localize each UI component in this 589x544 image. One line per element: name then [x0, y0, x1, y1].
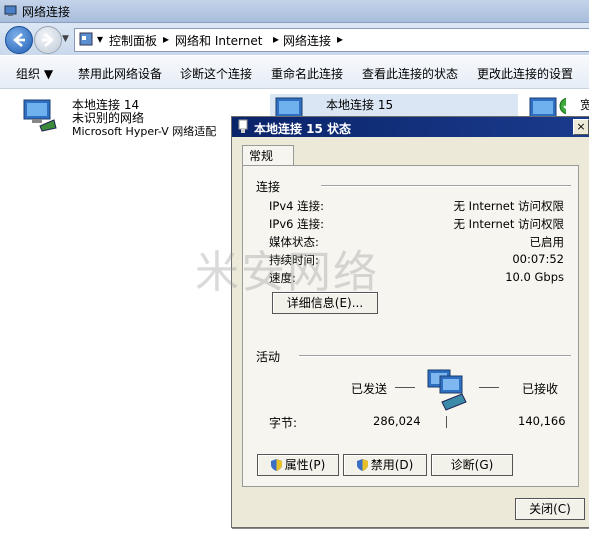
section-connection: 连接 [256, 180, 281, 194]
crumb-control-panel[interactable]: 控制面板 [109, 32, 157, 49]
bytes-label: 字节: [269, 416, 298, 430]
received-label: 已接收 [522, 382, 559, 396]
control-panel-icon [79, 32, 93, 49]
divider [395, 387, 415, 388]
forward-button[interactable] [34, 26, 62, 54]
rename-button[interactable]: 重命名此连接 [271, 65, 343, 82]
divider [299, 355, 571, 357]
organize-menu[interactable]: 组织 ▼ [16, 65, 53, 82]
back-arrow-icon [13, 33, 25, 47]
crumb-separator-icon[interactable]: ▸ [337, 32, 343, 46]
disable-button[interactable]: 禁用(D) [343, 454, 427, 476]
view-status-button[interactable]: 查看此连接的状态 [362, 65, 458, 82]
network-folder-icon [4, 4, 17, 17]
crumb-network-internet[interactable]: 网络和 Internet [175, 32, 262, 49]
close-button[interactable]: 关闭(C) [515, 498, 585, 520]
activity-computers-icon [426, 368, 474, 415]
crumb-network-connections[interactable]: 网络连接 [283, 32, 331, 49]
close-icon[interactable]: × [573, 119, 589, 135]
row-value: 10.0 Gbps [505, 270, 564, 284]
history-dropdown-icon[interactable]: ▼ [62, 34, 69, 44]
row-value: 无 Internet 访问权限 [453, 199, 564, 213]
item-adapter: Microsoft Hyper-V 网络适配 [72, 125, 217, 138]
crumb-separator-icon[interactable]: ▸ [273, 32, 279, 46]
uac-shield-icon [270, 457, 282, 471]
navigation-bar: ▼ ▾ 控制面板 ▸ 网络和 Internet ▸ 网络连接 ▸ [0, 23, 589, 55]
bytes-received: 140,166 [518, 414, 566, 428]
connection-item[interactable]: 本地连接 14 未识别的网络 Microsoft Hyper-V 网络适配 [20, 96, 240, 140]
change-settings-button[interactable]: 更改此连接的设置 [477, 65, 573, 82]
row-label: IPv6 连接: [269, 217, 324, 231]
crumb-separator-icon[interactable]: ▸ [163, 32, 169, 46]
network-adapter-icon [20, 98, 58, 132]
window-titlebar: 网络连接 [0, 0, 589, 23]
uac-shield-icon [356, 457, 368, 471]
row-label: IPv4 连接: [269, 199, 324, 213]
divider [321, 185, 571, 187]
section-activity: 活动 [256, 350, 281, 364]
row-value: 已启用 [529, 235, 565, 249]
item-name: 本地连接 15 [326, 98, 394, 112]
dialog-network-icon [237, 119, 249, 137]
item-status: 未识别的网络 [72, 111, 145, 125]
item-name: 宽 [580, 98, 589, 112]
dialog-title: 本地连接 15 状态 [254, 122, 352, 136]
bytes-sent: 286,024 [373, 414, 421, 428]
window-title: 网络连接 [22, 5, 71, 19]
divider [446, 416, 447, 428]
tab-panel: 连接 IPv4 连接: 无 Internet 访问权限 IPv6 连接: 无 I… [242, 165, 579, 487]
dialog-titlebar: 本地连接 15 状态 × [232, 117, 589, 137]
back-button[interactable] [5, 26, 33, 54]
command-bar: 组织 ▼ 禁用此网络设备 诊断这个连接 重命名此连接 查看此连接的状态 更改此连… [0, 56, 589, 89]
tab-general[interactable]: 常规 [242, 145, 294, 166]
address-bar[interactable]: ▾ 控制面板 ▸ 网络和 Internet ▸ 网络连接 ▸ [74, 28, 589, 52]
diagnose-dialog-button[interactable]: 诊断(G) [431, 454, 513, 476]
disable-label: 禁用(D) [370, 458, 414, 472]
status-dialog: 本地连接 15 状态 × 常规 连接 IPv4 连接: 无 Internet 访… [231, 116, 589, 528]
forward-arrow-icon [42, 33, 54, 47]
properties-label: 属性(P) [284, 458, 326, 472]
row-value: 00:07:52 [512, 252, 564, 266]
sent-label: 已发送 [351, 382, 388, 396]
row-value: 无 Internet 访问权限 [453, 217, 564, 231]
properties-button[interactable]: 属性(P) [257, 454, 339, 476]
watermark: 米安网络 [195, 247, 379, 298]
address-dropdown-icon[interactable]: ▾ [97, 32, 103, 46]
diagnose-button[interactable]: 诊断这个连接 [180, 65, 252, 82]
disable-device-button[interactable]: 禁用此网络设备 [78, 65, 162, 82]
divider [479, 387, 499, 388]
